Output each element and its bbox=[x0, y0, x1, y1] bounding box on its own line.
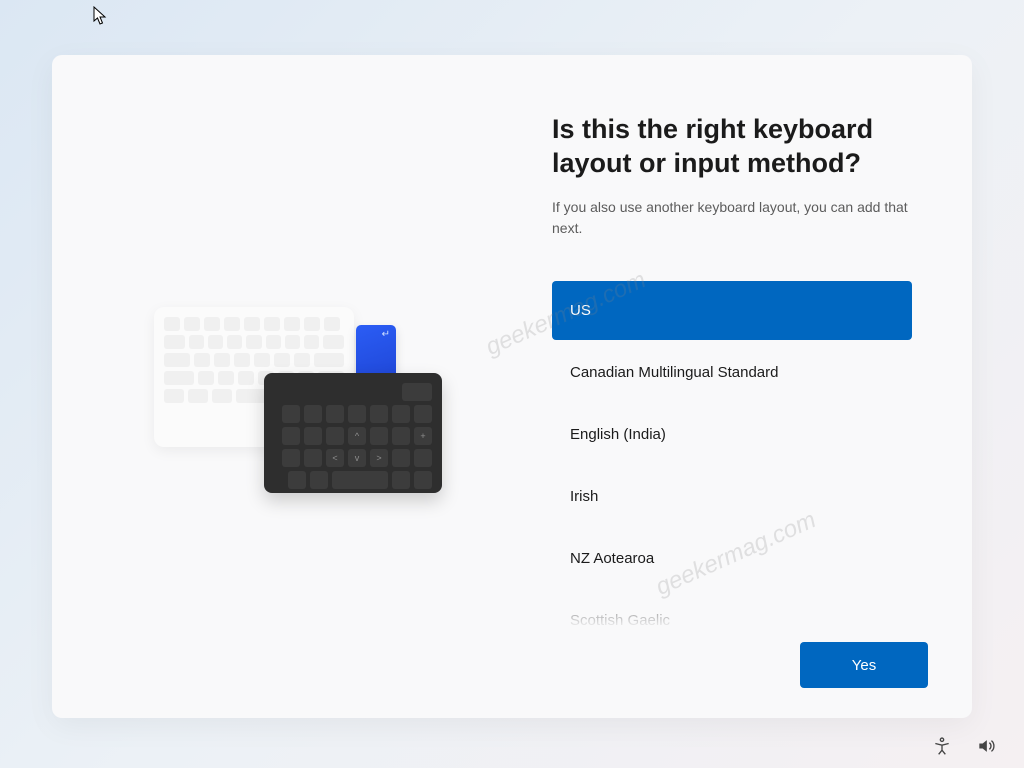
layout-option-nz-aotearoa[interactable]: NZ Aotearoa bbox=[552, 529, 912, 588]
accessibility-icon[interactable] bbox=[932, 736, 952, 756]
layout-option-label: Irish bbox=[570, 488, 598, 505]
layout-option-canadian-multilingual[interactable]: Canadian Multilingual Standard bbox=[552, 343, 912, 402]
page-title: Is this the right keyboard layout or inp… bbox=[552, 113, 912, 181]
layout-option-us[interactable]: US bbox=[552, 281, 912, 340]
keyboard-layout-list[interactable]: US Canadian Multilingual Standard Englis… bbox=[552, 281, 912, 629]
layout-option-label: NZ Aotearoa bbox=[570, 550, 654, 567]
keyboard-illustration: ^+ <v> bbox=[154, 307, 444, 537]
layout-option-irish[interactable]: Irish bbox=[552, 467, 912, 526]
illustration-pane: ^+ <v> bbox=[52, 55, 512, 718]
oobe-taskbar bbox=[932, 736, 996, 756]
layout-option-label: Canadian Multilingual Standard bbox=[570, 364, 778, 381]
layout-option-label: English (India) bbox=[570, 426, 666, 443]
layout-option-english-india[interactable]: English (India) bbox=[552, 405, 912, 464]
oobe-card: ^+ <v> Is this the right keyboard layout… bbox=[52, 55, 972, 718]
volume-icon[interactable] bbox=[976, 736, 996, 756]
keyboard-dark-icon: ^+ <v> bbox=[264, 373, 442, 493]
content-pane: Is this the right keyboard layout or inp… bbox=[512, 55, 972, 718]
cursor-icon bbox=[93, 6, 107, 26]
layout-option-label: Scottish Gaelic bbox=[570, 612, 670, 629]
page-subtitle: If you also use another keyboard layout,… bbox=[552, 197, 912, 239]
layout-option-label: US bbox=[570, 302, 591, 319]
yes-button[interactable]: Yes bbox=[800, 642, 928, 688]
layout-option-scottish-gaelic[interactable]: Scottish Gaelic bbox=[552, 591, 912, 629]
